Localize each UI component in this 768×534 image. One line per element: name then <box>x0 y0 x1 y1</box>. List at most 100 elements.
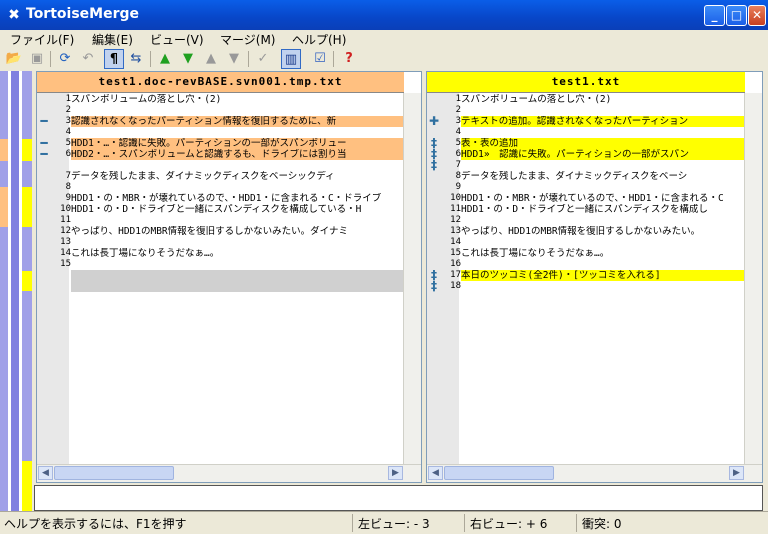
reload-icon[interactable]: ⟳ <box>55 49 75 69</box>
line-number: 1 <box>455 94 461 104</box>
left-line-text[interactable] <box>71 127 403 138</box>
right-line-text[interactable]: 表・表の追加 <box>461 138 747 149</box>
right-horizontal-scrollbar[interactable]: ◀ ▶ <box>427 464 762 482</box>
window-title: TortoiseMerge <box>26 6 139 22</box>
inline-diff-icon[interactable]: ⇆ <box>126 49 146 69</box>
right-line-text[interactable] <box>461 105 747 116</box>
right-line-text[interactable]: HDD1・の・MBR・が壊れているので、・HDD1・に含まれる・C <box>461 193 747 204</box>
right-line-text[interactable]: テキストの追加。認識されなくなったパーティション <box>461 116 747 127</box>
left-line-text[interactable] <box>71 215 403 226</box>
removed-line-icon: ━ <box>40 114 48 128</box>
right-line-text[interactable]: 本日のツッコミ(全2件)・[ツッコミを入れる] <box>461 270 747 281</box>
right-line-text[interactable] <box>461 182 747 193</box>
right-line-text[interactable]: HDD1» 認識に失敗。パーティションの一部がスパン <box>461 149 747 160</box>
right-line-text[interactable]: やっぱり、HDD1のMBR情報を復旧するしかないみたい。 <box>461 226 747 237</box>
whitespace-toggle-icon[interactable]: ¶ <box>104 49 124 69</box>
next-diff-icon[interactable]: ▼ <box>178 49 198 69</box>
left-line-text[interactable] <box>71 270 403 281</box>
help-icon[interactable]: ? <box>339 49 359 69</box>
toolbar: 📂 ▣ ⟳ ↶ ¶ ⇆ ▲ ▼ ▲ ▼ ✓ ▥ ☑ ? <box>0 48 768 70</box>
left-line-text[interactable]: スパンボリュームの落とし穴・(2) <box>71 94 403 105</box>
line-number: 14 <box>60 248 71 258</box>
menu-file[interactable]: ファイル(F) <box>10 31 74 48</box>
right-line-text[interactable] <box>461 215 747 226</box>
left-line-text[interactable] <box>71 160 403 171</box>
right-line-text[interactable]: HDD1・の・D・ドライブと一緒にスパンディスクを構成し <box>461 204 747 215</box>
right-diff-pane[interactable]: test1.txt 1 スパンボリュームの落とし穴・(2) 2 3 テキストの追加。認識… <box>426 71 763 483</box>
prev-diff-icon[interactable]: ▲ <box>155 49 175 69</box>
left-pane-header: test1.doc-revBASE.svn001.tmp.txt <box>37 72 404 93</box>
line-number: 15 <box>60 259 71 269</box>
left-line-text[interactable]: 認識されなくなったパーティション情報を復旧するために、新 <box>71 116 403 127</box>
right-line-text[interactable]: スパンボリュームの落とし穴・(2) <box>461 94 747 105</box>
scroll-left-arrow[interactable]: ◀ <box>38 466 53 480</box>
left-line-text[interactable]: HDD1・の・D・ドライブと一緒にスパンディスクを構成している・H <box>71 204 403 215</box>
left-line-text[interactable] <box>71 182 403 193</box>
menu-merge[interactable]: マージ(M) <box>220 31 275 48</box>
maximize-button[interactable]: □ <box>726 5 747 26</box>
left-line-text[interactable]: HDD1・…・認識に失敗。パーティションの一部がスパンボリュー <box>71 138 403 149</box>
removed-line-icon: ━ <box>40 147 48 161</box>
left-line-text[interactable] <box>71 105 403 116</box>
next-conflict-icon[interactable]: ▼ <box>224 49 244 69</box>
locator-strip <box>11 71 19 511</box>
line-number: 1 <box>65 94 71 104</box>
right-line-text[interactable] <box>461 127 747 138</box>
line-number: 14 <box>450 237 461 247</box>
left-line-text[interactable] <box>71 281 403 292</box>
left-line-text[interactable]: HDD1・の・MBR・が壊れているので、・HDD1・に含まれる・C・ドライブ <box>71 193 403 204</box>
scroll-thumb[interactable] <box>54 466 174 480</box>
left-vertical-scrollbar[interactable] <box>403 93 421 465</box>
line-number: 11 <box>450 204 461 214</box>
scroll-right-arrow[interactable]: ▶ <box>388 466 403 480</box>
three-pane-view-icon[interactable]: ☑ <box>310 49 330 69</box>
status-right-view: 右ビュー: + 6 <box>470 517 548 531</box>
line-number: 7 <box>455 160 461 170</box>
left-horizontal-scrollbar[interactable]: ◀ ▶ <box>37 464 421 482</box>
right-line-text[interactable] <box>461 160 747 171</box>
two-pane-view-icon[interactable]: ▥ <box>281 49 301 69</box>
right-line-text[interactable] <box>461 281 747 292</box>
undo-icon[interactable]: ↶ <box>78 49 98 69</box>
added-line-icon: ✚ <box>428 114 440 128</box>
scroll-thumb[interactable] <box>444 466 554 480</box>
scroll-right-arrow[interactable]: ▶ <box>729 466 744 480</box>
mark-resolved-icon[interactable]: ✓ <box>253 49 273 69</box>
line-number: 8 <box>455 171 461 181</box>
left-line-text[interactable]: データを残したまま、ダイナミックディスクをベーシックディ <box>71 171 403 182</box>
right-pane-header: test1.txt <box>427 72 745 93</box>
title-bar: ✖ TortoiseMerge _ □ ✕ <box>0 0 768 30</box>
right-line-text[interactable] <box>461 259 747 270</box>
left-line-text[interactable]: HDD2・…・スパンボリュームと認識するも、ドライブには割り当 <box>71 149 403 160</box>
left-line-text[interactable] <box>71 237 403 248</box>
right-line-text[interactable]: データを残したまま、ダイナミックディスクをベーシ <box>461 171 747 182</box>
line-number: 5 <box>455 138 461 148</box>
left-line-text[interactable] <box>71 259 403 270</box>
right-line-text[interactable]: これは長丁場になりそうだなぁ…。 <box>461 248 747 259</box>
save-icon[interactable]: ▣ <box>27 49 47 69</box>
menu-bar: ファイル(F) 編集(E) ビュー(V) マージ(M) ヘルプ(H) <box>0 30 768 48</box>
scroll-left-arrow[interactable]: ◀ <box>428 466 443 480</box>
toolbar-separator <box>248 51 249 67</box>
close-button[interactable]: ✕ <box>748 5 766 26</box>
left-diff-pane[interactable]: test1.doc-revBASE.svn001.tmp.txt 1 スパンボリュ… <box>36 71 422 483</box>
line-number: 2 <box>65 105 71 115</box>
locator-bar[interactable] <box>0 71 34 511</box>
menu-help[interactable]: ヘルプ(H) <box>292 31 346 48</box>
right-vertical-scrollbar[interactable] <box>744 93 762 465</box>
line-number: 8 <box>65 182 71 192</box>
prev-conflict-icon[interactable]: ▲ <box>201 49 221 69</box>
merged-output-pane[interactable] <box>34 485 763 511</box>
left-line-text[interactable]: これは長丁場になりそうだなぁ…。 <box>71 248 403 259</box>
minimize-button[interactable]: _ <box>704 5 725 26</box>
left-line-text[interactable]: やっぱり、HDD1のMBR情報を復旧するしかないみたい。ダイナミ <box>71 226 403 237</box>
line-number: 6 <box>455 149 461 159</box>
line-number: 13 <box>450 226 461 236</box>
right-line-text[interactable] <box>461 237 747 248</box>
menu-edit[interactable]: 編集(E) <box>92 31 133 48</box>
line-number: 11 <box>60 215 71 225</box>
locator-strip <box>22 71 32 511</box>
open-icon[interactable]: 📂 <box>4 49 24 69</box>
menu-view[interactable]: ビュー(V) <box>150 31 204 48</box>
line-number: 4 <box>455 127 461 137</box>
